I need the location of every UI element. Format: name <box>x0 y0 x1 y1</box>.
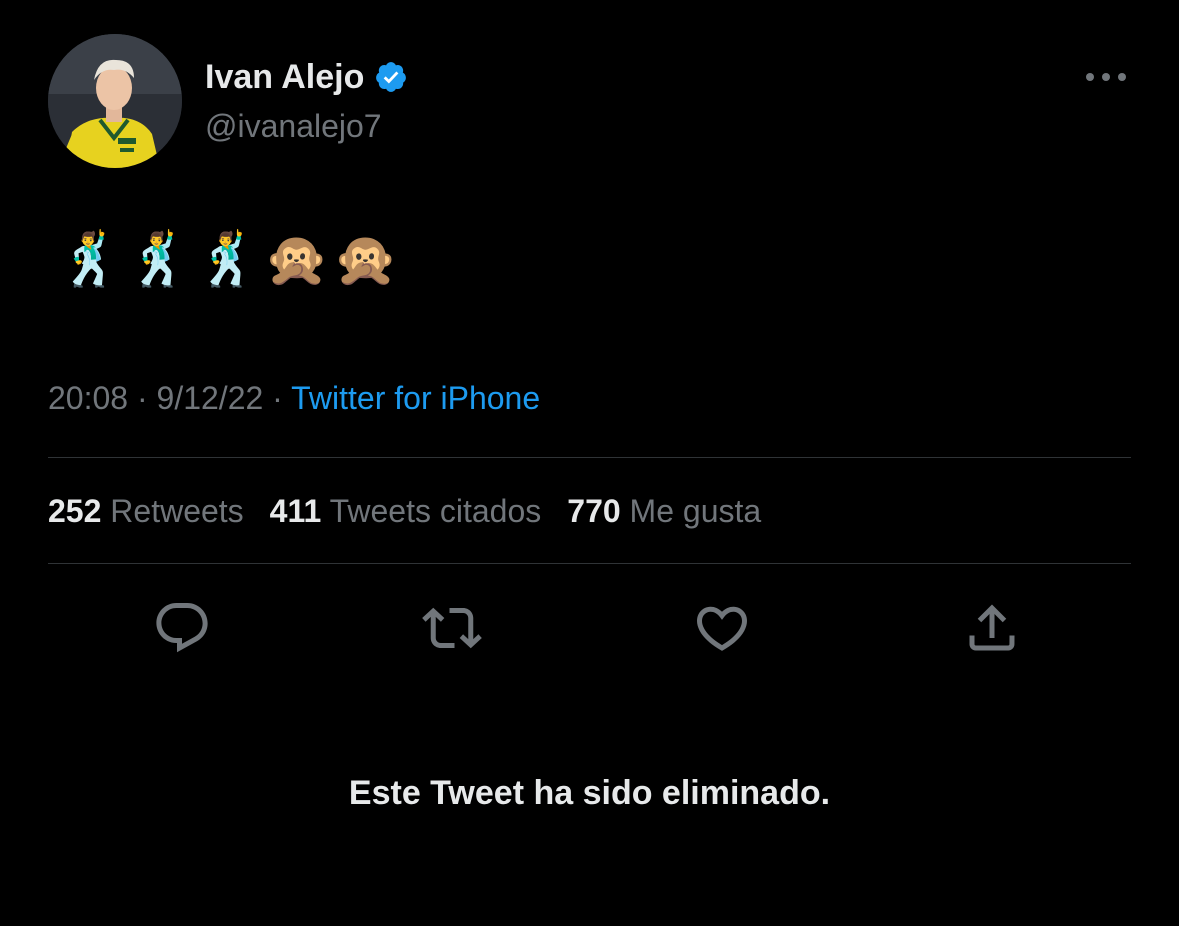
deleted-notice: Este Tweet ha sido eliminado. <box>348 774 831 812</box>
user-handle[interactable]: @ivanalejo7 <box>205 106 382 146</box>
tweet-actions <box>0 598 1179 658</box>
player-photo-icon <box>48 34 182 168</box>
quotes-stat[interactable]: 411 Tweets citados <box>270 489 542 533</box>
retweets-stat[interactable]: 252 Retweets <box>48 489 244 533</box>
reply-button[interactable] <box>152 598 212 658</box>
share-icon <box>969 604 1015 651</box>
name-row: Ivan Alejo <box>205 56 408 98</box>
more-options-icon[interactable] <box>1081 62 1131 92</box>
retweet-icon <box>422 607 482 649</box>
divider <box>48 563 1131 564</box>
likes-label: Me gusta <box>629 493 762 529</box>
tweet-meta: 20:08 · 9/12/22 · Twitter for iPhone <box>48 376 540 420</box>
tweet-time[interactable]: 20:08 <box>48 380 128 416</box>
divider <box>48 457 1131 458</box>
meta-separator: · <box>136 380 148 416</box>
verified-badge-icon <box>374 60 408 94</box>
retweet-button[interactable] <box>422 598 482 658</box>
meta-separator: · <box>272 380 283 416</box>
display-name[interactable]: Ivan Alejo <box>205 56 364 98</box>
retweets-count: 252 <box>48 493 102 529</box>
likes-stat[interactable]: 770 Me gusta <box>567 489 761 533</box>
reply-icon <box>156 603 208 653</box>
tweet-source-link[interactable]: Twitter for iPhone <box>291 380 540 416</box>
tweet-header: Ivan Alejo @ivanalejo7 <box>48 34 1131 168</box>
heart-icon <box>696 606 748 651</box>
tweet-date[interactable]: 9/12/22 <box>157 380 264 416</box>
avatar[interactable] <box>48 34 182 168</box>
tweet-stats: 252 Retweets 411 Tweets citados 770 Me g… <box>48 489 787 533</box>
quotes-label: Tweets citados <box>329 493 542 529</box>
like-button[interactable] <box>692 598 752 658</box>
quotes-count: 411 <box>269 493 322 529</box>
likes-count: 770 <box>567 493 621 529</box>
tweet-text: 🕺🕺🕺🙊🙊 <box>58 231 402 289</box>
share-button[interactable] <box>962 598 1022 658</box>
retweets-label: Retweets <box>110 493 244 529</box>
